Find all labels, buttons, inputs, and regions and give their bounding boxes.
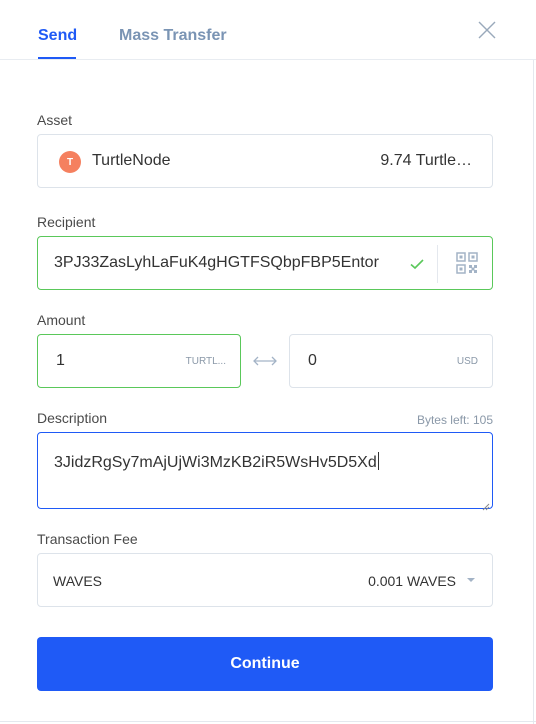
asset-balance: 9.74 Turtle…: [380, 152, 472, 169]
text-caret: [377, 452, 379, 470]
amount-label: Amount: [37, 312, 86, 328]
description-text-wrap: 3JidzRgSy7mAjUjWi3MzKB2iR5WsHv5D5Xd: [54, 452, 379, 472]
fee-select[interactable]: WAVES 0.001 WAVES: [37, 553, 493, 607]
recipient-address: 3PJ33ZasLyhLaFuK4gHGTFSQbpFBP5Entor: [54, 254, 379, 271]
fee-amount: 0.001 WAVES: [368, 573, 456, 589]
chevron-down-icon: [467, 578, 475, 582]
usd-unit: USD: [456, 356, 478, 367]
description-label: Description: [37, 410, 108, 426]
usd-amount-input[interactable]: 0 USD: [289, 334, 493, 388]
usd-value: 0: [308, 352, 317, 369]
asset-label: Asset: [37, 112, 73, 128]
description-textarea[interactable]: 3JidzRgSy7mAjUjWi3MzKB2iR5WsHv5D5Xd: [37, 432, 493, 511]
asset-select[interactable]: T TurtleNode 9.74 Turtle…: [37, 134, 493, 188]
qr-code-icon[interactable]: [456, 252, 478, 274]
bytes-left: Bytes left: 105: [416, 413, 493, 427]
divider: [437, 245, 438, 283]
asset-name: TurtleNode: [92, 152, 171, 169]
modal-bottom-border: [0, 721, 536, 722]
modal-right-border: [533, 60, 534, 724]
swap-arrows-icon: [252, 351, 278, 371]
asset-logo-icon: T: [59, 151, 81, 173]
tab-mass-transfer[interactable]: Mass Transfer: [119, 27, 227, 45]
recipient-label: Recipient: [37, 214, 96, 230]
tab-send[interactable]: Send: [38, 27, 77, 45]
close-icon[interactable]: [478, 21, 496, 39]
recipient-input[interactable]: 3PJ33ZasLyhLaFuK4gHGTFSQbpFBP5Entor: [37, 236, 493, 290]
resize-grip-icon[interactable]: [482, 498, 490, 511]
checkmark-icon: [408, 255, 426, 273]
amount-value: 1: [56, 352, 65, 369]
continue-button[interactable]: Continue: [37, 637, 493, 691]
amount-input[interactable]: 1 TURTL...: [37, 334, 241, 388]
description-value: 3JidzRgSy7mAjUjWi3MzKB2iR5WsHv5D5Xd: [54, 454, 377, 471]
send-modal: Send Mass Transfer Asset T TurtleNode 9.…: [0, 0, 536, 724]
amount-unit: TURTL...: [185, 356, 226, 367]
tab-bar: Send Mass Transfer: [0, 0, 536, 60]
fee-label: Transaction Fee: [37, 531, 138, 547]
active-tab-indicator: [38, 57, 76, 59]
fee-asset: WAVES: [53, 573, 103, 589]
